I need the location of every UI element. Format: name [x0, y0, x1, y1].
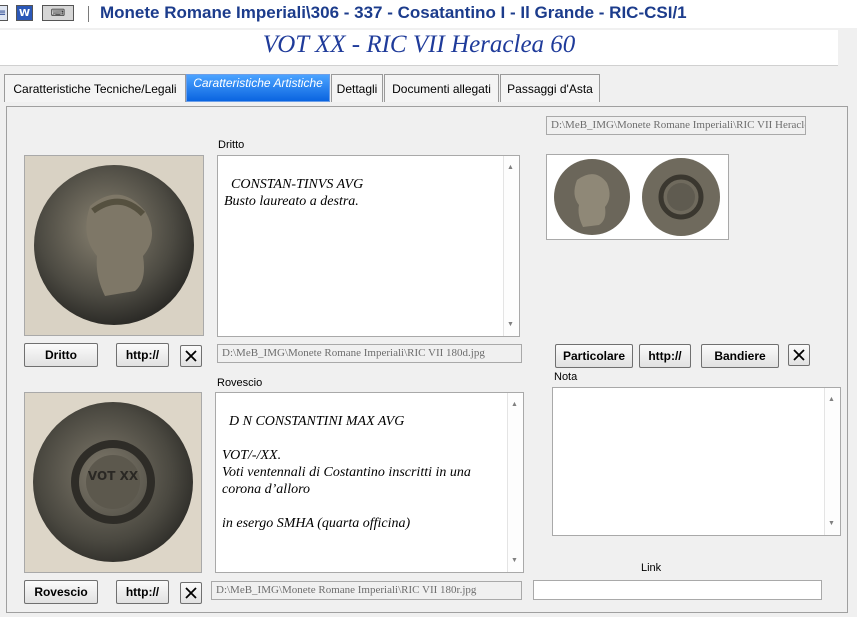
link-label: Link: [641, 562, 662, 574]
tab-dettagli[interactable]: Dettagli: [331, 74, 383, 102]
dritto-label: Dritto: [218, 139, 245, 151]
rovescio-scrollbar[interactable]: ▲ ▼: [507, 393, 523, 572]
tab-caratteristiche-artistiche[interactable]: Caratteristiche Artistiche: [186, 74, 330, 102]
particolare-path-field[interactable]: D:\MeB_IMG\Monete Romane Imperiali\RIC V…: [546, 116, 806, 135]
link-input[interactable]: [533, 580, 822, 600]
nota-label: Nota: [554, 371, 578, 383]
particolare-button[interactable]: Particolare: [555, 344, 633, 368]
nota-scrollbar[interactable]: ▲ ▼: [824, 388, 840, 535]
reverse-legend-letters: VOT XX: [88, 469, 139, 483]
reverse-image[interactable]: VOT XX: [24, 392, 202, 573]
word-icon[interactable]: W: [16, 5, 33, 21]
particolare-image[interactable]: [546, 154, 729, 240]
rovescio-button[interactable]: Rovescio: [24, 580, 98, 604]
rovescio-description[interactable]: D N CONSTANTINI MAX AVG VOT/-/XX. Voti v…: [215, 392, 524, 573]
particolare-clear-button[interactable]: [788, 344, 810, 366]
rovescio-description-text: D N CONSTANTINI MAX AVG VOT/-/XX. Voti v…: [222, 414, 471, 531]
tab-passaggi-asta[interactable]: Passaggi d'Asta: [500, 74, 600, 102]
form-icon[interactable]: ≡: [0, 5, 8, 21]
obverse-image[interactable]: [24, 155, 204, 336]
dritto-path-field[interactable]: D:\MeB_IMG\Monete Romane Imperiali\RIC V…: [217, 344, 522, 363]
dritto-clear-button[interactable]: [180, 345, 202, 367]
dritto-description-text: CONSTAN-TINVS AVG Busto laureato a destr…: [224, 177, 364, 209]
dritto-http-button[interactable]: http://: [116, 343, 169, 367]
close-icon: [793, 349, 805, 361]
bandiere-button[interactable]: Bandiere: [701, 344, 779, 368]
dritto-description[interactable]: CONSTAN-TINVS AVG Busto laureato a destr…: [217, 155, 520, 337]
rovescio-path-field[interactable]: D:\MeB_IMG\Monete Romane Imperiali\RIC V…: [211, 581, 522, 600]
tab-caratteristiche-tecniche[interactable]: Caratteristiche Tecniche/Legali: [4, 74, 186, 102]
nota-textarea[interactable]: ▲ ▼: [552, 387, 841, 536]
tab-documenti-allegati[interactable]: Documenti allegati: [384, 74, 499, 102]
dritto-scrollbar[interactable]: ▲ ▼: [503, 156, 519, 336]
dritto-button[interactable]: Dritto: [24, 343, 98, 367]
app-title: Monete Romane Imperiali\306 - 337 - Cosa…: [100, 3, 687, 22]
keyboard-icon[interactable]: ⌨: [42, 5, 74, 21]
rovescio-http-button[interactable]: http://: [116, 580, 169, 604]
close-icon: [185, 587, 197, 599]
header-right-strip: [838, 30, 857, 66]
rovescio-clear-button[interactable]: [180, 582, 202, 604]
close-icon: [185, 350, 197, 362]
title-separator: [88, 6, 89, 22]
particolare-http-button[interactable]: http://: [639, 344, 691, 368]
coin-title: VOT XX - RIC VII Heraclea 60: [262, 31, 576, 58]
rovescio-label: Rovescio: [217, 377, 263, 389]
